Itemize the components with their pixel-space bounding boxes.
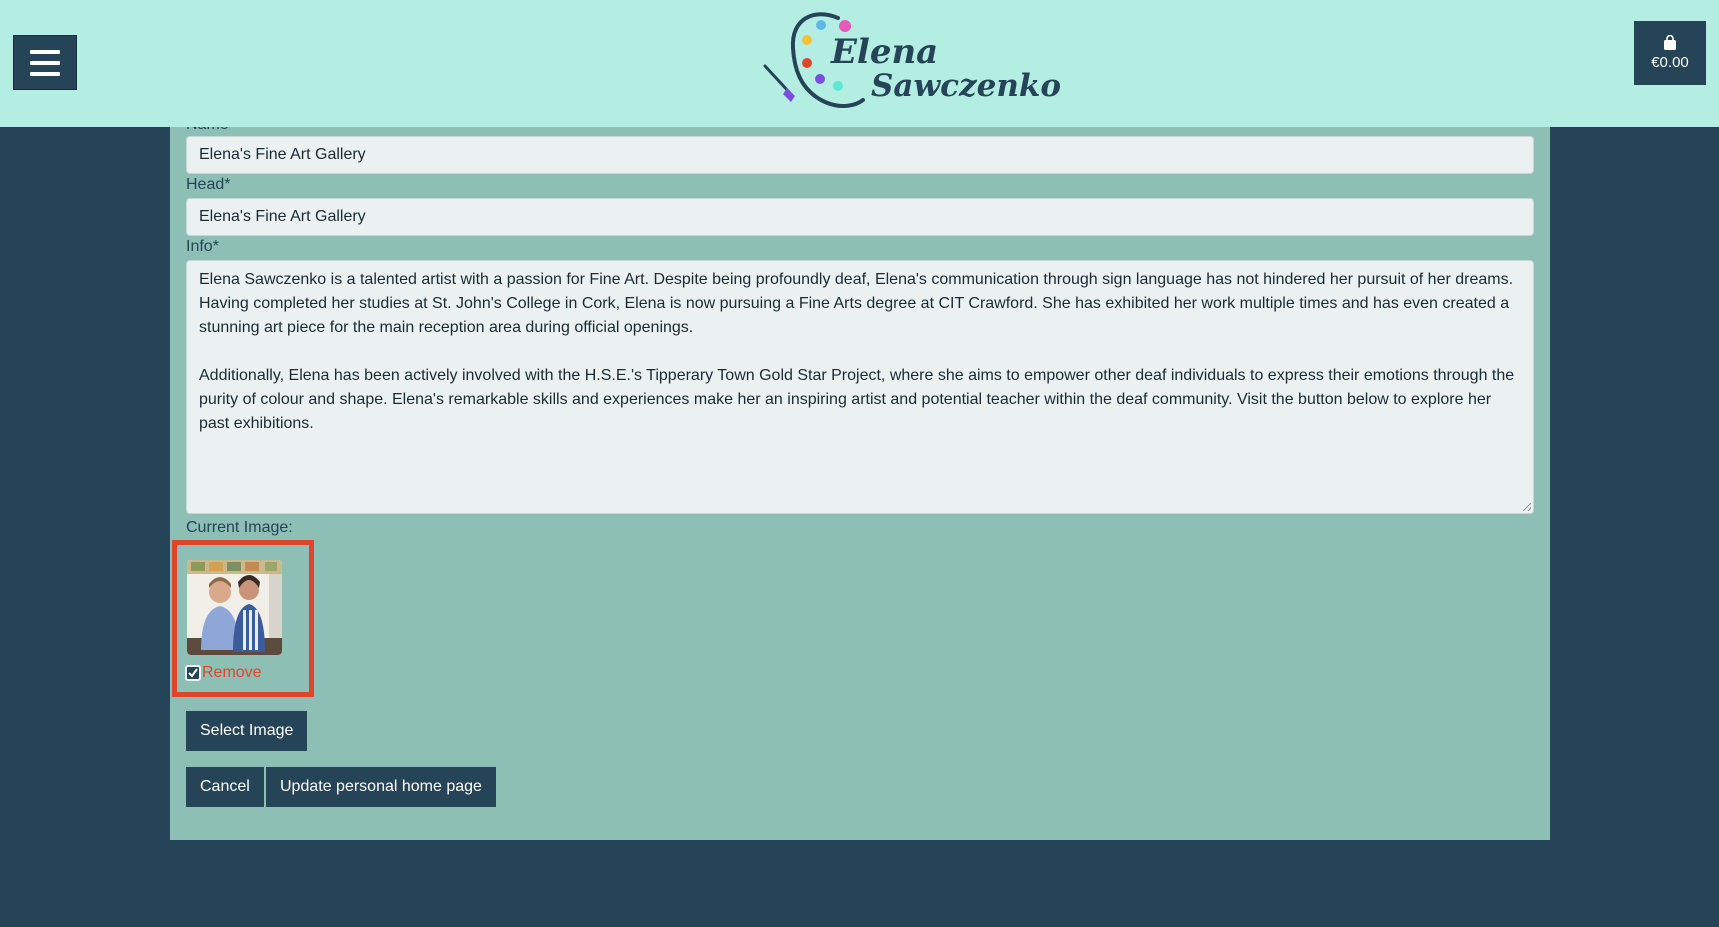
head-label: Head* <box>186 176 231 193</box>
shopping-cart-button[interactable]: €0.00 <box>1634 21 1706 85</box>
cart-total: €0.00 <box>1651 54 1689 71</box>
current-image-thumbnail <box>187 560 282 655</box>
cancel-button[interactable]: Cancel <box>186 767 264 807</box>
info-textarea[interactable]: Elena Sawczenko is a talented artist wit… <box>186 260 1534 514</box>
name-input[interactable]: Elena's Fine Art Gallery <box>186 136 1534 174</box>
portrait-photo-icon <box>187 560 282 655</box>
info-paragraph: Elena Sawczenko is a talented artist wit… <box>199 271 1514 336</box>
current-image-label: Current Image: <box>186 519 293 536</box>
update-home-page-button[interactable]: Update personal home page <box>266 767 496 807</box>
site-header: Elena Sawczenko €0.00 <box>0 0 1719 127</box>
hamburger-icon[interactable] <box>13 35 77 90</box>
site-logo[interactable]: Elena Sawczenko <box>763 6 1061 116</box>
info-label: Info* <box>186 238 219 255</box>
remove-image-checkbox[interactable] <box>185 665 201 681</box>
shopping-bag-icon <box>1664 35 1676 50</box>
select-image-button[interactable]: Select Image <box>186 711 308 751</box>
info-paragraph: Additionally, Elena has been actively in… <box>199 367 1515 432</box>
head-input[interactable]: Elena's Fine Art Gallery <box>186 198 1534 236</box>
logo-first-name: Elena <box>831 32 939 72</box>
current-image-highlight: Remove <box>172 540 314 697</box>
remove-image-row: Remove <box>185 664 262 682</box>
remove-image-label[interactable]: Remove <box>202 664 262 682</box>
checkmark-icon <box>188 668 198 678</box>
resize-handle-icon[interactable] <box>1523 503 1531 511</box>
logo-last-name: Sawczenko <box>871 68 1062 104</box>
